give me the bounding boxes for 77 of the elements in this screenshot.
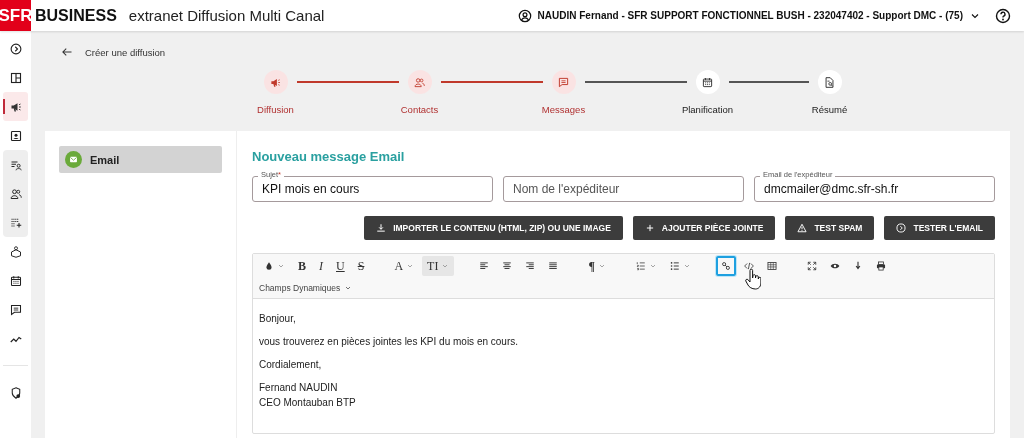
dynamic-fields-dropdown[interactable]: Champs Dynamiques (259, 283, 341, 293)
megaphone-icon (9, 100, 22, 113)
action-button[interactable]: TESTER L'EMAIL (884, 216, 995, 240)
contact-card-icon (9, 129, 22, 142)
download-icon (376, 223, 387, 233)
toolbar-button[interactable]: ¶ (583, 256, 611, 276)
page-title: Créer une diffusion (85, 46, 166, 58)
action-button[interactable]: TEST SPAM (785, 216, 875, 240)
form-title: Nouveau message Email (252, 149, 406, 164)
chevron-down-icon (648, 262, 657, 270)
layout-icon (9, 71, 22, 84)
chevron-down-icon (682, 262, 691, 270)
plus-icon (644, 223, 655, 233)
ordered-list-icon (635, 261, 646, 271)
calendar-icon (9, 274, 22, 287)
toolbar-button[interactable]: U (331, 256, 350, 276)
help-icon[interactable] (995, 7, 1011, 24)
step-circle[interactable] (695, 70, 720, 94)
step-label: Résumé (811, 104, 848, 115)
toolbar-button[interactable]: A (389, 256, 420, 276)
users-icon (414, 76, 425, 88)
step-circle[interactable] (263, 70, 288, 94)
action-button[interactable]: AJOUTER PIÈCE JOINTE (632, 216, 776, 240)
align-right-icon (525, 261, 536, 271)
chevron-down-icon (277, 262, 285, 270)
box-user-icon (9, 245, 22, 258)
users-icon (9, 187, 22, 200)
ink-drop-icon (264, 261, 274, 271)
print-icon (875, 261, 886, 271)
input-field[interactable]: Nom de l'expéditeur (503, 176, 744, 202)
align-center-icon (502, 261, 513, 271)
calendar-icon (702, 76, 713, 88)
toolbar-button[interactable]: B (293, 256, 311, 276)
chat-icon (558, 76, 569, 88)
chevron-down-icon (597, 262, 606, 270)
user-menu[interactable]: NAUDIN Fernand - SFR SUPPORT FONCTIONNEL BUSH - 232047402 - Support DMC - (75) (537, 10, 963, 21)
chevron-down-icon (441, 262, 450, 270)
step-label: Contacts (400, 104, 439, 115)
shield-icon (9, 386, 22, 399)
bullet-list-icon (669, 261, 680, 271)
play-circle-icon (9, 42, 22, 55)
chat-icon (9, 303, 22, 316)
toolbar-button[interactable] (715, 256, 736, 276)
document-search-icon (824, 76, 835, 88)
megaphone-icon (270, 76, 281, 88)
step-label: Messages (541, 104, 586, 115)
action-button[interactable]: IMPORTER LE CONTENU (HTML, ZIP) OU UNE IMAGE (364, 216, 623, 240)
link-icon (720, 261, 731, 271)
email-text-line: CEO Montauban BTP (259, 397, 357, 408)
channel-item[interactable]: Email (59, 146, 222, 173)
nav-item[interactable] (3, 92, 28, 121)
play-circle-icon (896, 223, 907, 233)
list-user-icon (9, 158, 22, 171)
align-left-icon (479, 261, 490, 271)
product-name: BUSINESS (35, 6, 117, 25)
back-arrow-icon[interactable] (61, 46, 73, 58)
user-icon (517, 8, 532, 23)
code-icon (743, 261, 754, 271)
email-text-line: Bonjour, (259, 313, 297, 324)
email-text-line: Cordialement, (259, 359, 323, 370)
warning-icon (797, 223, 808, 233)
step-label: Planification (681, 104, 734, 115)
toolbar-button[interactable]: I (314, 256, 328, 276)
table-icon (766, 261, 777, 271)
step-label: Diffusion (257, 104, 294, 115)
chevron-down-icon (406, 262, 415, 270)
toolbar-button[interactable]: S (352, 256, 370, 276)
app-title: extranet Diffusion Multi Canal (128, 7, 325, 24)
eye-icon (829, 261, 840, 271)
email-text-line: Fernand NAUDIN (259, 382, 339, 393)
toolbar-button[interactable]: TI (422, 256, 455, 276)
step-circle[interactable] (551, 70, 576, 94)
justify-icon (548, 261, 559, 271)
list-add-icon (9, 216, 22, 229)
step-circle[interactable] (817, 70, 842, 94)
fullscreen-icon (806, 261, 817, 271)
email-text-line: vous trouverez en pièces jointes les KPI du mois en cours. (259, 336, 520, 347)
